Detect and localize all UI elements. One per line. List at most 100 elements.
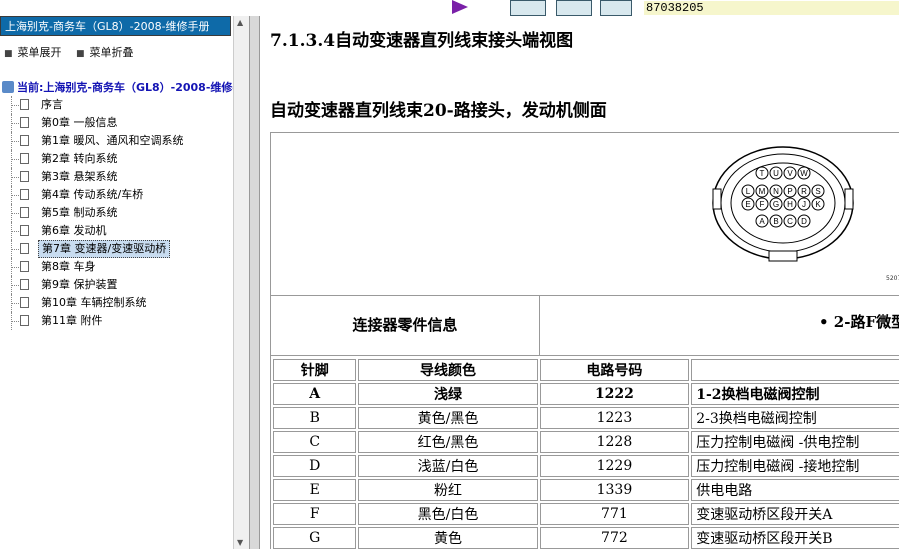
tree-item-label: 序言: [41, 98, 63, 111]
connector-diagram: T U V W L M N P R S E F G H J K A B C D: [712, 146, 854, 262]
connector-pin-label: P: [787, 187, 792, 196]
cell-circuit: 772: [539, 527, 690, 549]
tree-item[interactable]: 第11章 附件: [0, 312, 232, 330]
tree-item[interactable]: 第10章 车辆控制系统: [0, 294, 232, 312]
connector-image-row: TUVW LMNPRS E FGHJK ABCD 5207: [271, 133, 899, 296]
connector-pin-label: T: [760, 169, 765, 178]
tree-item-label: 第7章 变速器/变速驱动桥: [38, 240, 171, 258]
tree-item[interactable]: 第2章 转向系统: [0, 150, 232, 168]
cell-circuit: 1229: [539, 455, 690, 477]
table-row: G 黄色 772 变速驱动桥区段开关B: [273, 527, 899, 549]
tree-item-label: 第5章 制动系统: [41, 206, 118, 219]
connector-pin-label: N: [773, 187, 779, 196]
tree-item-label: 第3章 悬架系统: [41, 170, 118, 183]
cell-function: 1-2换档电磁阀控制: [691, 383, 899, 405]
tree-item[interactable]: 序言: [0, 96, 232, 114]
document-icon: [20, 153, 29, 164]
connector-table: TUVWLMNPRSEFGHJKABCD 5207 连接器零件信息 • 2-路F…: [270, 132, 899, 549]
square-icon: ■: [4, 49, 13, 59]
left-scrollbar[interactable]: ▲ ▼: [233, 16, 250, 549]
cell-circuit: 1223: [539, 407, 690, 429]
column-header: 导线颜色: [358, 359, 538, 381]
connector-pin-label: W: [800, 169, 808, 178]
chapter-tree: 序言第0章 一般信息第1章 暖风、通风和空调系统第2章 转向系统第3章 悬架系统…: [0, 96, 232, 330]
tree-item[interactable]: 第5章 制动系统: [0, 204, 232, 222]
top-toolbar: 87038205: [0, 0, 899, 16]
document-icon: [20, 207, 29, 218]
cell-color: 黑色/白色: [358, 503, 538, 525]
tree-item-label: 第1章 暖风、通风和空调系统: [41, 134, 184, 147]
cell-circuit: 1222: [539, 383, 690, 405]
cell-pin: D: [273, 455, 357, 477]
square-icon: ■: [76, 49, 85, 59]
document-icon: [20, 189, 29, 200]
tree-item[interactable]: 第3章 悬架系统: [0, 168, 232, 186]
cell-circuit: 1339: [539, 479, 690, 501]
column-header: 电路号码: [539, 359, 690, 381]
cell-color: 红色/黑色: [358, 431, 538, 453]
image-number: 5207: [886, 275, 899, 282]
document-icon: [20, 279, 29, 290]
scroll-up-icon[interactable]: ▲: [237, 18, 243, 27]
toolbar-button-1[interactable]: [510, 0, 546, 16]
document-icon: [20, 315, 29, 326]
table-header-row: 针脚 导线颜色 电路号码: [273, 359, 899, 381]
table-row: F 黑色/白色 771 变速驱动桥区段开关A: [273, 503, 899, 525]
cell-color: 黄色: [358, 527, 538, 549]
cell-function: 压力控制电磁阀 -接地控制: [691, 455, 899, 477]
connector-pin-label: F: [760, 200, 765, 209]
pin-table: 针脚 导线颜色 电路号码 A 浅绿 1222 1-2换档电磁阀控制 B 黄色/黑色 1223 2-3…: [271, 357, 899, 549]
connector-title: 自动变速器直列线束20-路接头，发动机侧面: [270, 101, 607, 121]
cell-pin: C: [273, 431, 357, 453]
expand-menu-button[interactable]: ■ 菜单展开: [4, 44, 62, 60]
tree-item[interactable]: 第6章 发动机: [0, 222, 232, 240]
tree-item[interactable]: 第1章 暖风、通风和空调系统: [0, 132, 232, 150]
tree-item-label: 第9章 保护装置: [41, 278, 118, 291]
table-row: C 红色/黑色 1228 压力控制电磁阀 -供电控制: [273, 431, 899, 453]
document-icon: [20, 99, 29, 110]
toolbar-button-3[interactable]: [600, 0, 632, 16]
table-row: A 浅绿 1222 1-2换档电磁阀控制: [273, 383, 899, 405]
document-id: 87038205: [644, 1, 899, 15]
table-row: E 粉红 1339 供电电路: [273, 479, 899, 501]
tree-item-label: 第6章 发动机: [41, 224, 107, 237]
cell-circuit: 1228: [539, 431, 690, 453]
table-row: D 浅蓝/白色 1229 压力控制电磁阀 -接地控制: [273, 455, 899, 477]
cell-circuit: 771: [539, 503, 690, 525]
document-icon: [20, 243, 29, 254]
collapse-menu-button[interactable]: ■ 菜单折叠: [76, 44, 134, 60]
cell-function: 压力控制电磁阀 -供电控制: [691, 431, 899, 453]
tree-item[interactable]: 第7章 变速器/变速驱动桥: [0, 240, 232, 258]
document-icon: [20, 297, 29, 308]
content-pane: 7.1.3.4自动变速器直列线束接头端视图 自动变速器直列线束20-路接头，发动…: [260, 16, 899, 549]
tree-item[interactable]: 第8章 车身: [0, 258, 232, 276]
cell-function: 供电电路: [691, 479, 899, 501]
toolbar-button-2[interactable]: [556, 0, 592, 16]
connector-pin-label: L: [746, 187, 751, 196]
info-description: • 2-路F微型: [819, 313, 899, 331]
cell-pin: E: [273, 479, 357, 501]
document-icon: [20, 171, 29, 182]
cell-pin: G: [273, 527, 357, 549]
connector-pin-label: B: [773, 217, 778, 226]
info-label: 连接器零件信息: [271, 295, 540, 355]
play-icon[interactable]: [452, 0, 468, 14]
connector-pin-label: D: [801, 217, 807, 226]
connector-pin-label: V: [787, 169, 793, 178]
connector-pin-label: G: [773, 200, 779, 209]
cell-color: 浅蓝/白色: [358, 455, 538, 477]
cell-function: 变速驱动桥区段开关A: [691, 503, 899, 525]
column-header: [691, 359, 899, 381]
tree-item[interactable]: 第0章 一般信息: [0, 114, 232, 132]
tree-item[interactable]: 第4章 传动系统/车桥: [0, 186, 232, 204]
pane-splitter[interactable]: [249, 16, 260, 549]
tree-item-label: 第0章 一般信息: [41, 116, 118, 129]
nav-title: 上海别克-商务车（GL8）-2008-维修手册: [0, 16, 231, 36]
tree-item[interactable]: 第9章 保护装置: [0, 276, 232, 294]
current-book[interactable]: 当前:上海别克-商务车（GL8）-2008-维修手册: [2, 79, 251, 95]
scroll-down-icon[interactable]: ▼: [237, 538, 243, 547]
cell-function: 2-3换档电磁阀控制: [691, 407, 899, 429]
cell-pin: F: [273, 503, 357, 525]
book-icon: [2, 81, 14, 93]
connector-pin-label: K: [815, 200, 821, 209]
